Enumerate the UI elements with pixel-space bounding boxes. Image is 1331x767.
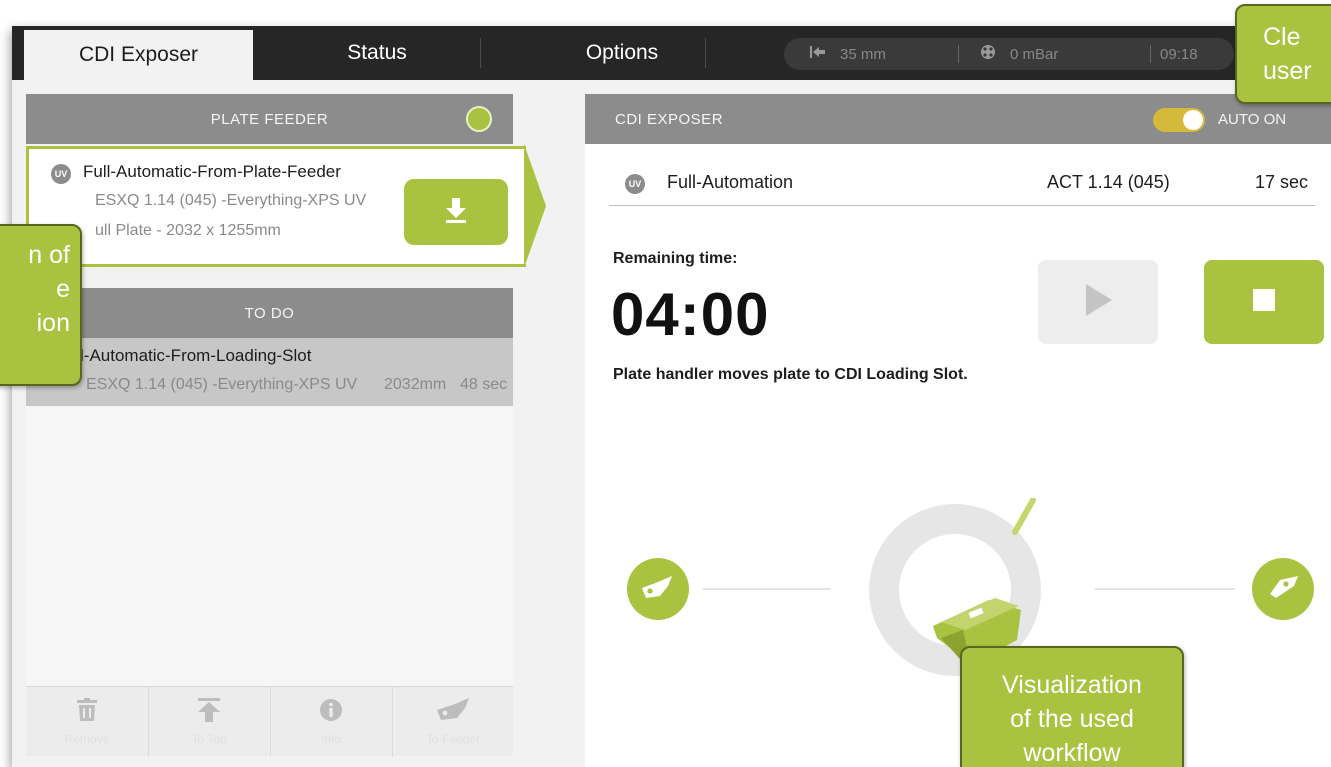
- distance-value: 35 mm: [840, 45, 886, 63]
- status-readout: 35 mm 0 mBar 09:18: [784, 38, 1234, 70]
- plate-feeder-icon: [640, 574, 676, 604]
- toggle-knob: [1183, 110, 1203, 130]
- stop-button[interactable]: [1204, 260, 1324, 344]
- clock-value: 09:18: [1160, 45, 1198, 63]
- callout-line: Visualization: [1002, 671, 1142, 699]
- distance-readout: 35 mm: [810, 38, 886, 70]
- pressure-readout: 0 mBar: [980, 38, 1058, 70]
- pump-icon: [980, 44, 996, 65]
- pill-divider: [1150, 45, 1151, 63]
- job-plate-size: ull Plate - 2032 x 1255mm: [95, 222, 281, 239]
- plate-feeder-icon: [435, 698, 471, 726]
- download-icon: [443, 196, 469, 228]
- callout-line: ion: [36, 309, 70, 337]
- workflow-connector: [703, 588, 831, 590]
- cdi-exposer-device-icon: [933, 498, 1036, 666]
- remaining-time-label: Remaining time:: [613, 250, 738, 267]
- play-button[interactable]: [1038, 260, 1158, 344]
- flow-arrow: [524, 144, 546, 268]
- job-name: Full-Automation: [667, 172, 794, 192]
- auto-toggle[interactable]: [1153, 108, 1205, 132]
- job-name: Full-Automatic-From-Plate-Feeder: [83, 162, 341, 181]
- tab-divider: [480, 38, 481, 68]
- to-feeder-button[interactable]: To Feeder: [392, 687, 514, 757]
- job-name: l-Automatic-From-Loading-Slot: [80, 346, 312, 365]
- cdi-exposer-panel: CDI EXPOSER AUTO ON UV Full-Automation A…: [585, 94, 1331, 767]
- plate-output-icon: [1266, 572, 1300, 606]
- callout-line: e: [56, 275, 70, 303]
- play-icon: [1084, 284, 1112, 320]
- job-plate-size: 2032mm: [384, 376, 447, 393]
- tab-divider: [705, 38, 706, 68]
- callout-line: n of: [28, 241, 70, 269]
- callout-line: workflow: [1023, 739, 1121, 767]
- todo-list: [26, 406, 513, 686]
- queue-toolbar: Remove To Top Info To Feeder: [26, 686, 514, 757]
- job-duration: 17 sec: [1255, 172, 1309, 192]
- load-plate-button[interactable]: [404, 179, 508, 245]
- pressure-value: 0 mBar: [1010, 45, 1059, 63]
- callout-line: of the used: [1010, 705, 1134, 733]
- to-feeder-label: To Feeder: [425, 732, 481, 746]
- job-version: ACT 1.14 (045): [1047, 172, 1170, 192]
- uv-badge: UV: [625, 174, 645, 194]
- job-duration: 48 sec: [460, 376, 508, 393]
- cdi-exposer-header: CDI EXPOSER AUTO ON: [585, 94, 1331, 144]
- info-icon: [319, 698, 343, 726]
- callout-line: Cle: [1263, 23, 1301, 51]
- annotation-callout: Visualization of the used workflow: [960, 646, 1184, 767]
- info-label: Info: [320, 732, 341, 746]
- arrow-to-left-icon: [810, 45, 826, 64]
- workflow-output-node: [1252, 558, 1314, 620]
- annotation-callout: n of e ion: [0, 224, 82, 386]
- top-bar: CDI Exposer Status Options 35 mm 0 mBar: [12, 26, 1331, 80]
- clock: 09:18: [1160, 38, 1198, 70]
- todo-title: TO DO: [244, 304, 295, 322]
- callout-line: user: [1263, 57, 1312, 85]
- tab-options[interactable]: Options: [532, 26, 712, 80]
- tab-cdi-exposer[interactable]: CDI Exposer: [24, 30, 253, 80]
- annotation-callout: Cle user: [1235, 4, 1331, 104]
- to-top-button[interactable]: To Top: [148, 687, 270, 757]
- todo-header: TO DO: [26, 288, 513, 338]
- remove-button[interactable]: Remove: [26, 687, 148, 757]
- plate-feeder-title: PLATE FEEDER: [210, 110, 329, 128]
- app-root: CDI Exposer Status Options 35 mm 0 mBar: [0, 0, 1331, 767]
- tab-status[interactable]: Status: [302, 26, 452, 80]
- remaining-time: 04:00: [611, 281, 770, 348]
- remove-label: Remove: [64, 732, 110, 746]
- plate-feeder-job[interactable]: UV Full-Automatic-From-Plate-Feeder ESXQ…: [26, 146, 526, 267]
- pill-divider: [958, 45, 959, 63]
- plate-feeder-status-indicator: [466, 106, 492, 132]
- todo-list-item[interactable]: l-Automatic-From-Loading-Slot ESXQ 1.14 …: [26, 338, 513, 406]
- job-settings: ESXQ 1.14 (045) -Everything-XPS UV: [86, 376, 358, 393]
- to-top-label: To Top: [191, 732, 227, 746]
- job-settings: ESXQ 1.14 (045) -Everything-XPS UV: [95, 192, 367, 209]
- status-message: Plate handler moves plate to CDI Loading…: [613, 366, 968, 383]
- stop-icon: [1253, 289, 1275, 315]
- workflow-connector: [1095, 588, 1235, 590]
- info-button[interactable]: Info: [270, 687, 392, 757]
- cdi-exposer-title: CDI EXPOSER: [615, 110, 724, 128]
- workflow-input-node: [627, 558, 689, 620]
- move-to-top-icon: [197, 698, 221, 726]
- plate-feeder-header: PLATE FEEDER: [26, 94, 513, 144]
- current-job-row: UV Full-Automation ACT 1.14 (045) 17 sec: [609, 160, 1315, 206]
- uv-badge: UV: [51, 164, 71, 184]
- trash-icon: [76, 698, 98, 726]
